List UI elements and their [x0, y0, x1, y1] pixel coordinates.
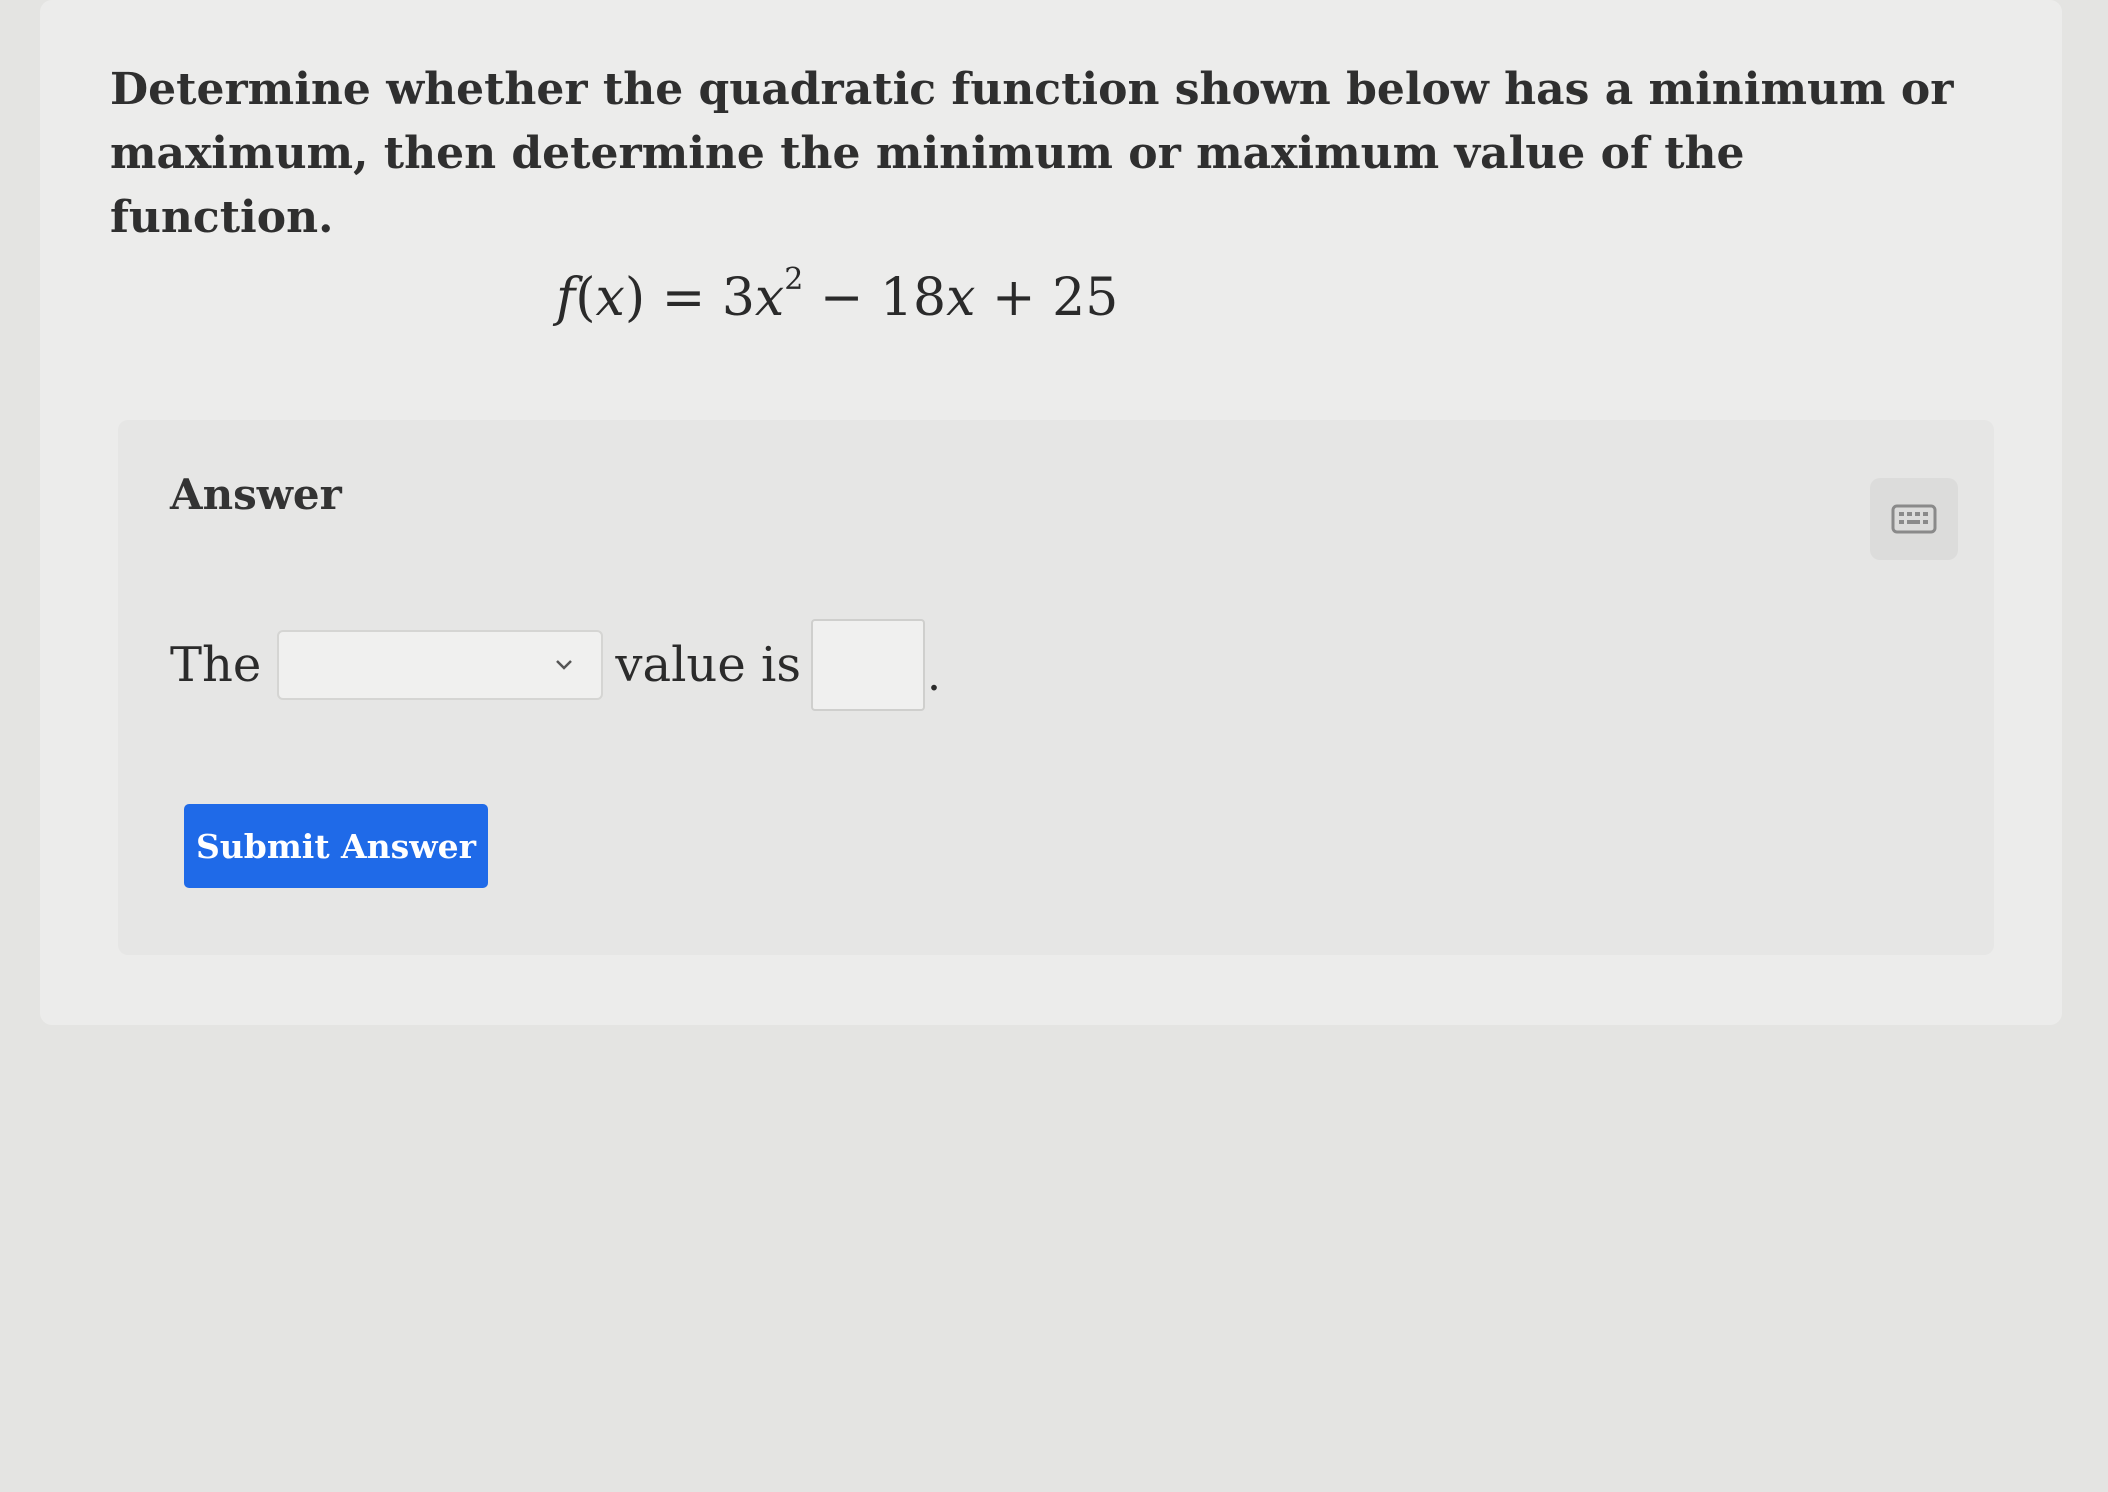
answer-sentence: The value is .: [170, 619, 941, 711]
min-max-select[interactable]: [277, 630, 604, 700]
submit-answer-button[interactable]: Submit Answer: [184, 804, 488, 888]
keyboard-toggle-button[interactable]: [1870, 478, 1958, 560]
question-text: Determine whether the quadratic function…: [110, 64, 1954, 243]
answer-label: Answer: [170, 470, 342, 519]
sentence-prefix: The: [170, 637, 262, 693]
sentence-middle: value is: [615, 637, 801, 693]
sentence-suffix: .: [927, 649, 941, 701]
keyboard-icon: [1891, 504, 1937, 534]
chevron-down-icon: [556, 660, 573, 670]
function-formula: f(x) = 3x2 − 18x + 25: [556, 262, 1119, 329]
value-input[interactable]: [811, 619, 925, 711]
